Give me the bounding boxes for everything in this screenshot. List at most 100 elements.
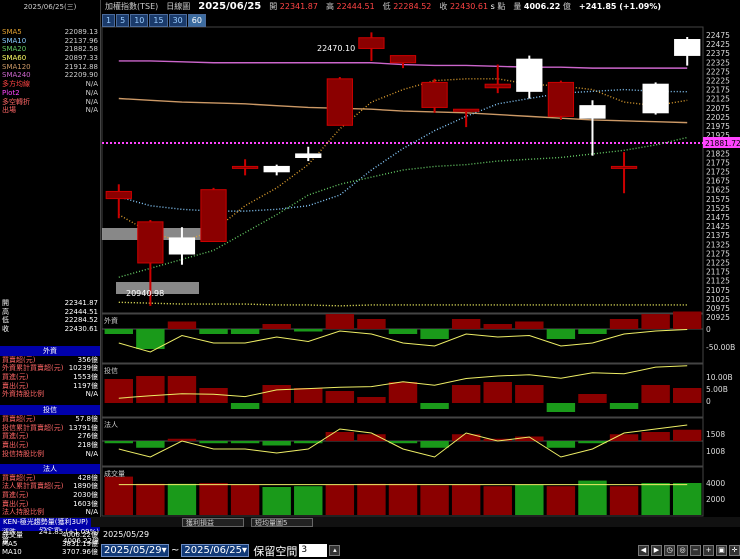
- row-value: 1603億: [73, 499, 98, 508]
- to-date-input[interactable]: 2025/06/25 ▾: [181, 544, 250, 557]
- foreign-tick: -50.00B: [706, 343, 735, 352]
- foreign-bar: [641, 314, 670, 329]
- to-date: 2025/06/25: [184, 545, 243, 556]
- foreign-bar: [357, 319, 386, 329]
- row-label: 出場: [2, 106, 16, 115]
- info-row: 外資持股比例 N/A: [0, 390, 100, 399]
- trust-bar: [167, 376, 197, 403]
- candle-body: [200, 189, 227, 243]
- info-panel: 2025/06/25(三) SMA5 22089.13 SMA10 22137.96 S…: [0, 0, 101, 556]
- row-value: 22341.87: [64, 298, 98, 307]
- tab-strategy[interactable]: KEN-極光趨勢量(獲利3UP): [0, 517, 92, 527]
- foreign-bar: [451, 319, 481, 329]
- period-button-1[interactable]: 1: [102, 14, 116, 27]
- candle-body: [547, 81, 575, 117]
- price-tick: 21775: [706, 158, 730, 167]
- row-label: 法人累計買賣超(元): [2, 482, 64, 491]
- trust-bar: [262, 385, 291, 403]
- low-label: 低: [382, 2, 391, 11]
- foreign-bar: [609, 319, 639, 329]
- trust-bar: [357, 397, 386, 403]
- tab-profit[interactable]: 獲利損益: [182, 517, 245, 527]
- locate-icon[interactable]: ◎: [677, 545, 688, 556]
- info-row: 投信累計買賣超(元) 13791億: [0, 424, 100, 433]
- inst-header: 法人: [0, 463, 100, 474]
- row-value: 22137.96: [64, 36, 98, 45]
- info-row: 買賣超(元) 428億: [0, 474, 100, 483]
- indicator-list: SMA5 22089.13 SMA10 22137.96 SMA20 21882.58 SM…: [0, 28, 100, 115]
- row-label: 買進(元): [2, 490, 29, 499]
- price-tick: 21275: [706, 249, 730, 258]
- keep-space-input[interactable]: 3: [299, 544, 328, 557]
- row-value: 21882.58: [64, 45, 98, 54]
- from-date-input[interactable]: 2025/05/29 ▾: [101, 544, 169, 557]
- quote-date: 2025/06/25: [198, 1, 262, 12]
- zoom-out-icon[interactable]: −: [690, 545, 701, 556]
- volume-bar: [325, 484, 355, 515]
- volume-bar: [609, 486, 639, 515]
- price-tick: 21525: [706, 204, 730, 213]
- row-label: 買賣超(元): [2, 415, 36, 424]
- calendar-icon[interactable]: ▾: [242, 545, 247, 556]
- price-tick: 21125: [706, 277, 730, 286]
- quote-bar: 加權指數(TSE) 日線圖 2025/06/25 開 22341.87 高 22…: [102, 0, 740, 13]
- fit-icon[interactable]: ▣: [716, 545, 727, 556]
- period-button-60[interactable]: 60: [187, 14, 206, 27]
- foreign-bar: [578, 329, 607, 334]
- price-tick: 21075: [706, 286, 730, 295]
- volume-bar: [104, 476, 133, 515]
- candle-body: [358, 37, 385, 49]
- inst-bar: [104, 441, 133, 444]
- info-row: SMA240 22209.90: [0, 71, 100, 80]
- spin-icon[interactable]: ▴: [329, 545, 341, 556]
- info-row: 高 22444.51: [0, 308, 100, 317]
- volume-unit: 億: [562, 2, 571, 11]
- zoom-in-icon[interactable]: +: [703, 545, 714, 556]
- info-row: 出場 N/A: [0, 106, 100, 115]
- trust-bar: [609, 403, 639, 409]
- info-row: 買賣超(元) 356億: [0, 356, 100, 365]
- period-button-5[interactable]: 5: [116, 14, 130, 27]
- row-value: 21912.88: [64, 62, 98, 71]
- tab-volume[interactable]: 短均量圖5: [251, 517, 314, 527]
- panel-title: 法人: [104, 420, 118, 429]
- range-sep: ~: [171, 545, 180, 556]
- volume-bar: [673, 483, 702, 515]
- trust-bar: [546, 403, 576, 412]
- history-icon[interactable]: ◷: [664, 545, 675, 556]
- price-tick: 21975: [706, 122, 730, 131]
- price-tick: 22125: [706, 95, 730, 104]
- panel-date: 2025/06/25(三): [23, 3, 77, 11]
- trust-bar: [641, 385, 670, 403]
- inst-bar: [230, 441, 260, 444]
- inst-bar: [199, 441, 228, 444]
- info-row: 法人累計買賣超(元) 1890億: [0, 482, 100, 491]
- next-icon[interactable]: ▶: [651, 545, 662, 556]
- calendar-icon[interactable]: ▾: [162, 545, 167, 556]
- period-button-10[interactable]: 10: [130, 14, 149, 27]
- trust-tick: 5.00B: [706, 385, 728, 394]
- date-range-controls: 2025/05/29 ▾ ~ 2025/06/25 ▾ 保留空間 3 ▴ ◀ ▶ ◷…: [101, 543, 740, 558]
- row-label: 多方均線: [2, 80, 30, 89]
- period-button-15[interactable]: 15: [149, 14, 168, 27]
- info-row: 買進(元) 276億: [0, 432, 100, 441]
- period-button-30[interactable]: 30: [168, 14, 187, 27]
- info-row: 開 22341.87: [0, 299, 100, 308]
- open-label: 開: [269, 2, 278, 11]
- trust-bar: [515, 385, 544, 403]
- row-value: 218億: [77, 441, 98, 450]
- prev-icon[interactable]: ◀: [638, 545, 649, 556]
- trust-bar: [483, 382, 512, 403]
- volume-bar: [515, 484, 544, 515]
- high-label: 高: [325, 2, 334, 11]
- foreign-bar: [325, 314, 355, 329]
- foreign-bar: [199, 329, 228, 334]
- foreign-tick: 0: [706, 325, 711, 334]
- price-tick: 22425: [706, 40, 730, 49]
- crosshair-icon[interactable]: ✛: [729, 545, 740, 556]
- candle-body: [263, 165, 290, 173]
- foreign-bar: [167, 321, 197, 329]
- row-value: 2030億: [73, 490, 98, 499]
- open-value: 22341.87: [279, 2, 318, 11]
- change-panel: 漲跌 241.85 (+1.09%) 量 4006.22億: [0, 528, 101, 559]
